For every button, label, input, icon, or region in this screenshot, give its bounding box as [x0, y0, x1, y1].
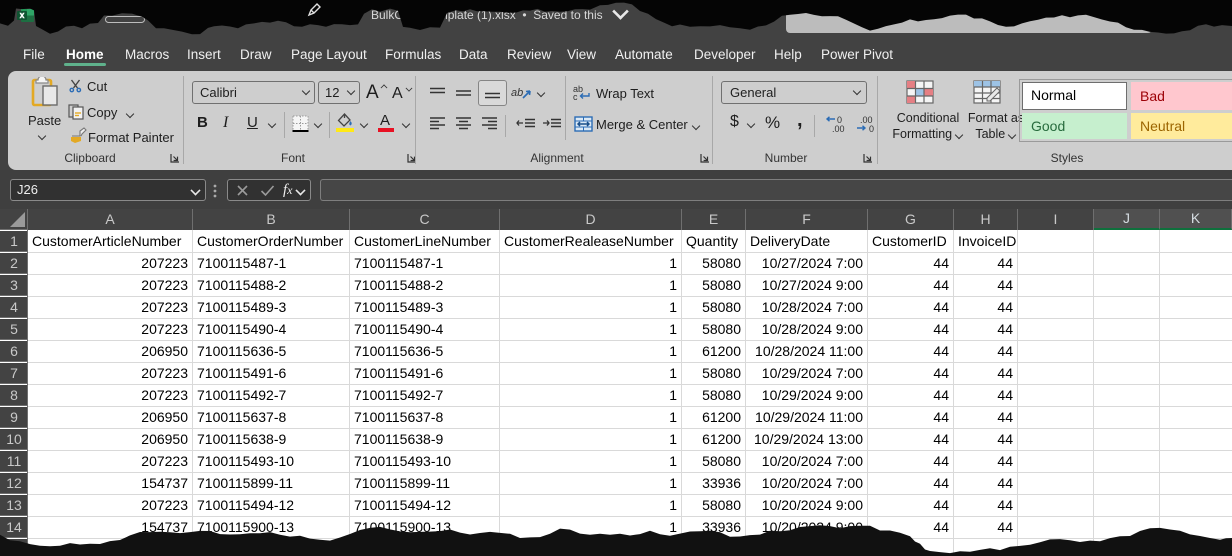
svg-text:.00: .00 [832, 124, 845, 133]
svg-text:0: 0 [869, 124, 874, 133]
svg-text:c: c [573, 92, 578, 101]
svg-text:ab: ab [511, 87, 523, 99]
